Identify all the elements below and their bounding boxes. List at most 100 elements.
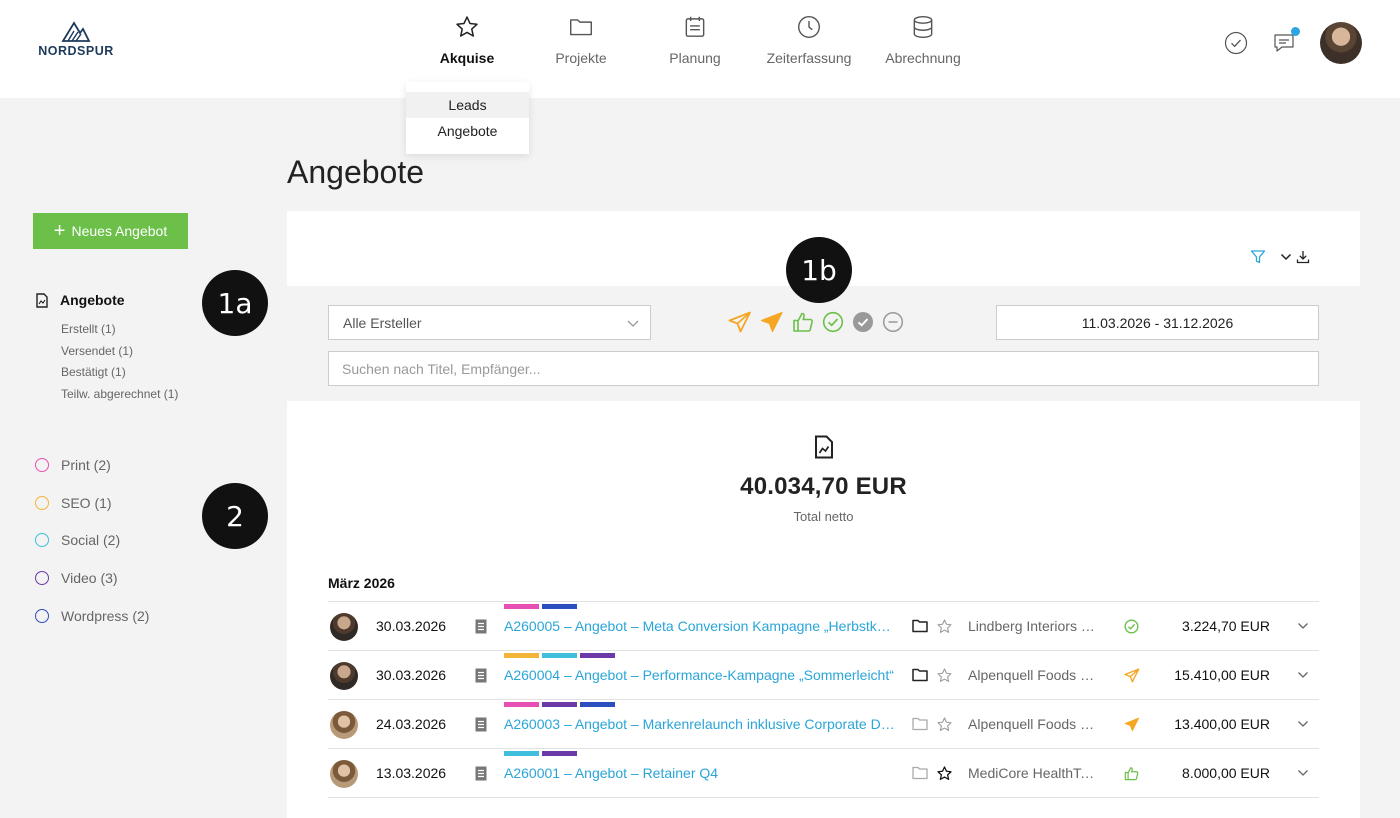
document-chart-icon (814, 435, 833, 459)
status-filter-bestaetigt[interactable] (792, 311, 814, 333)
document-icon (36, 292, 48, 308)
send-outline-icon (1124, 668, 1140, 683)
star-icon[interactable] (936, 618, 953, 635)
status-filter-angenommen[interactable] (822, 311, 844, 333)
dropdown-item-angebote[interactable]: Angebote (406, 118, 529, 144)
nav-item-planung[interactable]: Planung (638, 14, 752, 66)
status-filter-bar (728, 311, 912, 333)
check-circle-icon (822, 311, 844, 333)
offer-amount: 15.410,00 EUR (1174, 667, 1270, 683)
notification-dot (1291, 27, 1300, 36)
creator-avatar (330, 662, 358, 690)
nav-label: Abrechnung (885, 50, 961, 66)
nav-label: Planung (669, 50, 721, 66)
folder-icon[interactable] (912, 717, 928, 731)
clock-icon (798, 16, 820, 38)
nav-label: Projekte (555, 50, 607, 66)
offer-amount: 13.400,00 EUR (1174, 716, 1270, 732)
tag-seo[interactable]: SEO (1) (35, 484, 149, 522)
folder-icon[interactable] (912, 619, 928, 633)
mountain-logo-icon (61, 21, 91, 42)
offer-title-link[interactable]: A260005 – Angebot – Meta Conversion Kamp… (504, 618, 896, 634)
offer-row[interactable]: 30.03.2026 A260005 – Angebot – Meta Conv… (328, 602, 1319, 651)
creator-select[interactable]: Alle Ersteller (328, 305, 651, 340)
tag-social[interactable]: Social (2) (35, 522, 149, 560)
tag-color-icon (35, 457, 49, 472)
nav-item-abrechnung[interactable]: Abrechnung (866, 14, 980, 66)
filter-button[interactable] (1250, 249, 1266, 265)
offer-date: 30.03.2026 (376, 618, 447, 634)
sidebar-item-versendet[interactable]: Versendet (1) (61, 343, 178, 365)
tag-label: Wordpress (2) (61, 608, 150, 625)
folder-icon[interactable] (912, 668, 928, 682)
user-avatar[interactable] (1320, 22, 1362, 64)
tag-bar (542, 702, 577, 707)
sidebar-item-teilw-abgerechnet[interactable]: Teilw. abgerechnet (1) (61, 386, 178, 408)
chevron-down-icon[interactable] (1297, 719, 1309, 729)
tag-color-icon (35, 495, 49, 510)
status-filter-abgelehnt[interactable] (882, 311, 904, 333)
check-circle-icon (1224, 31, 1248, 55)
messages-button[interactable] (1272, 27, 1300, 55)
status-filter-abgerechnet[interactable] (852, 311, 874, 333)
document-icon (475, 766, 487, 781)
chevron-down-icon (1280, 253, 1292, 261)
annotation-badge-1a: 1a (202, 270, 268, 336)
month-heading: März 2026 (328, 575, 395, 591)
star-icon[interactable] (936, 765, 953, 782)
tasks-button[interactable] (1224, 31, 1248, 55)
sidebar-item-bestaetigt[interactable]: Bestätigt (1) (61, 364, 178, 386)
offer-date: 30.03.2026 (376, 667, 447, 683)
chevron-down-icon[interactable] (1297, 768, 1309, 778)
chevron-down-icon[interactable] (1297, 670, 1309, 680)
sidebar-item-erstellt[interactable]: Erstellt (1) (61, 321, 178, 343)
date-range-picker[interactable]: 11.03.2026 - 31.12.2026 (996, 305, 1319, 340)
offer-row[interactable]: 30.03.2026 A260004 – Angebot – Performan… (328, 651, 1319, 700)
tag-color-icon (35, 533, 49, 548)
brand-logo[interactable]: NORDSPUR (38, 20, 114, 58)
thumbs-up-icon (1124, 767, 1139, 781)
tag-wordpress[interactable]: Wordpress (2) (35, 597, 149, 635)
nav-item-akquise[interactable]: Akquise (410, 14, 524, 66)
filter-icon (1250, 250, 1266, 264)
offer-title-link[interactable]: A260003 – Angebot – Markenrelaunch inklu… (504, 716, 896, 732)
nav-item-projekte[interactable]: Projekte (524, 14, 638, 66)
search-input[interactable] (328, 351, 1319, 386)
total-value: 40.034,70 EUR (740, 473, 907, 500)
panel-tools (1236, 249, 1310, 265)
tag-video[interactable]: Video (3) (35, 559, 149, 597)
chevron-down-icon[interactable] (1297, 621, 1309, 631)
tag-label: Print (2) (61, 456, 111, 473)
nav-label: Zeiterfassung (766, 50, 852, 66)
offer-title-link[interactable]: A260004 – Angebot – Performance-Kampagne… (504, 667, 896, 683)
annotation-badge-1b: 1b (786, 237, 852, 303)
status-filter-versendet[interactable] (728, 311, 752, 333)
thumbs-up-icon (793, 312, 813, 332)
page-title: Angebote (287, 154, 425, 190)
send-outline-icon (728, 311, 751, 333)
offer-amount: 8.000,00 EUR (1182, 765, 1270, 781)
download-icon (1296, 251, 1310, 264)
tag-bar (542, 653, 577, 658)
sidebar-item-angebote[interactable]: Angebote (35, 292, 125, 308)
nav-label: Akquise (439, 50, 495, 66)
creator-avatar (330, 613, 358, 641)
tag-label: SEO (1) (61, 494, 112, 511)
status-filter-gesendet[interactable] (760, 311, 784, 333)
offer-row[interactable]: 24.03.2026 A260003 – Angebot – Markenrel… (328, 700, 1319, 749)
tag-bars (504, 751, 580, 756)
tag-print[interactable]: Print (2) (35, 446, 149, 484)
database-icon (913, 16, 933, 38)
new-offer-button[interactable]: + Neues Angebot (33, 213, 188, 249)
star-icon[interactable] (936, 716, 953, 733)
star-icon[interactable] (936, 667, 953, 684)
offer-date: 13.03.2026 (376, 765, 447, 781)
offer-title-link[interactable]: A260001 – Angebot – Retainer Q4 (504, 765, 896, 781)
dropdown-item-leads[interactable]: Leads (406, 92, 529, 118)
nav-item-zeiterfassung[interactable]: Zeiterfassung (752, 14, 866, 66)
header-actions (1224, 22, 1362, 64)
tag-label: Social (2) (61, 532, 121, 549)
folder-icon[interactable] (912, 766, 928, 780)
export-button[interactable] (1280, 250, 1310, 264)
offer-row[interactable]: 13.03.2026 A260001 – Angebot – Retainer … (328, 749, 1319, 798)
